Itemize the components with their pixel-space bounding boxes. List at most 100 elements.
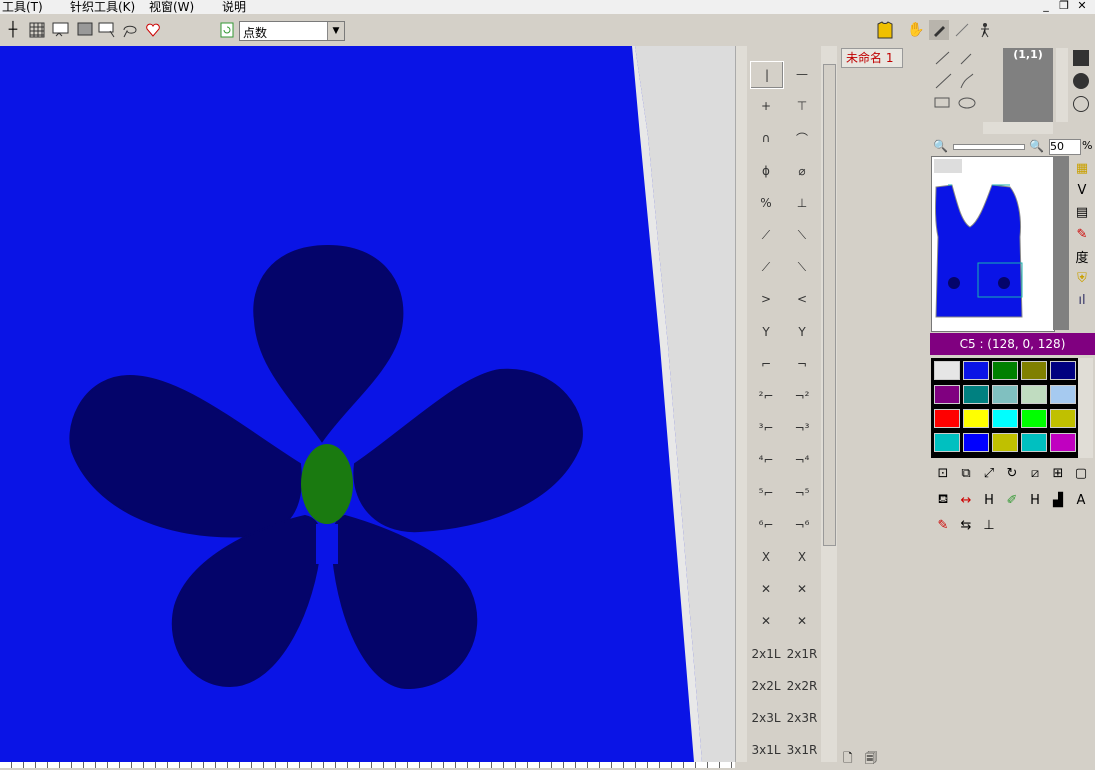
stitch-symbol-button[interactable]: ⌒ [786,125,818,151]
knit-canvas[interactable] [0,46,735,762]
color-swatch[interactable] [1050,385,1076,404]
stitch-symbol-button[interactable]: ²⌐ [750,383,782,409]
color-swatch[interactable] [1021,409,1047,428]
color-swatch[interactable] [963,409,989,428]
stitch-symbol-button[interactable]: ¬⁴ [786,447,818,473]
color-swatch[interactable] [934,385,960,404]
garment-icon[interactable] [874,20,896,40]
grid-small-icon[interactable]: ⊞ [1048,463,1068,483]
stitch-symbol-button[interactable]: 2x3R [786,705,818,731]
zoom-slider[interactable] [953,144,1025,150]
table-icon[interactable]: ▤ [1072,202,1092,222]
chevron-down-icon[interactable]: ▼ [327,22,344,40]
menu-knit-tools[interactable]: 针织工具(K) [70,0,135,15]
stitch-count-select[interactable]: 点数 ▼ [239,21,345,41]
stitch-symbol-button[interactable]: — [786,61,818,87]
stitch-symbol-button[interactable]: 2x1L [750,641,782,667]
new-page-icon[interactable]: 🗋 [843,749,853,770]
garment-thumbnail[interactable] [931,156,1055,332]
hand-pan-icon[interactable]: ✋ [906,20,926,40]
color-swatch[interactable] [934,409,960,428]
stitch-symbol-button[interactable]: ⁴⌐ [750,447,782,473]
color-swatch[interactable] [992,361,1018,380]
preview-vertical-scrollbar[interactable] [1056,48,1068,122]
stitch-symbol-button[interactable]: ⌐ [750,351,782,377]
color-swatch[interactable] [934,361,960,380]
minimize-icon[interactable]: _ [1037,0,1055,12]
circle-filled-icon[interactable] [1073,73,1089,89]
stitch-symbol-button[interactable]: 3x1R [786,737,818,763]
stitch-symbol-button[interactable]: ¬ [786,351,818,377]
close-icon[interactable]: ✕ [1073,0,1091,12]
stitch-symbol-button[interactable]: ³⌐ [750,415,782,441]
stitch-symbol-button[interactable]: ⟍ [786,254,818,280]
color-swatch[interactable] [992,409,1018,428]
letter-a-icon[interactable]: A [1071,490,1091,510]
stitch-symbol-button[interactable]: Y [750,319,782,345]
fill-pattern-icon[interactable] [75,20,95,40]
pages-icon[interactable]: 🗐 [865,749,877,770]
line-icon[interactable] [952,20,972,40]
menu-tools[interactable]: 工具(T) [2,0,43,15]
grid-icon[interactable] [27,20,47,40]
stitch-symbol-button[interactable]: ⟋ [750,254,782,280]
color-swatch[interactable] [934,433,960,452]
square-shape-icon[interactable] [1073,50,1089,66]
zoom-value[interactable]: 50 [1049,139,1081,155]
heart-icon[interactable] [143,20,163,40]
select-rect-small-icon[interactable]: ⊡ [933,463,953,483]
stitch-symbol-button[interactable]: ∩ [750,125,782,151]
color-swatch[interactable] [1021,361,1047,380]
layer-grid-icon[interactable]: ▦ [1072,158,1092,178]
stitch-symbol-button[interactable]: 2x1R [786,641,818,667]
stitch-symbol-button[interactable]: 2x2R [786,673,818,699]
layout-icon[interactable]: ⊥ [979,515,999,535]
stitch-symbol-button[interactable]: X [786,544,818,570]
zoom-in-icon[interactable]: 🔍 [1029,139,1044,153]
arrows-icon[interactable]: ↔ [956,490,976,510]
select-rect-icon[interactable] [51,20,71,40]
crosshair-icon[interactable]: ┼ [3,20,23,40]
color-swatch[interactable] [963,361,989,380]
restore-icon[interactable]: ❐ [1055,0,1073,12]
h-bracket-icon[interactable]: H [979,490,999,510]
pen-red-icon[interactable]: ✎ [933,515,953,535]
color-swatch[interactable] [1021,433,1047,452]
stitch-symbol-button[interactable]: ¬² [786,383,818,409]
color-swatch[interactable] [963,385,989,404]
palette-scrollbar[interactable] [1078,358,1093,458]
lasso-icon[interactable] [120,20,140,40]
shield-icon[interactable]: ⛨ [1072,268,1092,288]
stitch-symbol-button[interactable]: | [750,61,784,89]
stitch-symbol-button[interactable]: ϕ [750,158,782,184]
color-swatch[interactable] [1021,385,1047,404]
stitch-symbol-button[interactable]: ⌀ [786,158,818,184]
skew-icon[interactable]: ⧄ [1025,463,1045,483]
swap-icon[interactable]: ⇆ [956,515,976,535]
walker-icon[interactable] [975,20,995,40]
color-swatch[interactable] [1050,409,1076,428]
stitch-symbol-button[interactable]: 3x1L [750,737,782,763]
h-bracket-alt-icon[interactable]: H [1025,490,1045,510]
stitch-symbol-button[interactable]: ⊤ [786,93,818,119]
stats-icon[interactable]: ▟ [1048,490,1068,510]
fill-bucket-icon[interactable]: ⛾ [933,490,953,510]
color-swatch[interactable] [963,433,989,452]
pen-icon[interactable]: ✎ [1072,224,1092,244]
stitch-symbol-button[interactable]: 2x3L [750,705,782,731]
stitch-symbol-button[interactable]: ⁶⌐ [750,512,782,538]
frame-icon[interactable]: ▢ [1071,463,1091,483]
document-tab[interactable]: 未命名 1 [841,48,903,68]
color-swatch[interactable] [992,385,1018,404]
brush-tool-icon[interactable]: ✐ [1002,490,1022,510]
v-neck-icon[interactable]: V [1072,180,1092,200]
stitch-symbol-button[interactable]: ⊥ [786,190,818,216]
brush-icon[interactable] [929,20,949,40]
stitch-symbol-button[interactable]: ✕ [750,576,782,602]
stitch-symbol-button[interactable]: Y [786,319,818,345]
color-swatch[interactable] [1050,433,1076,452]
stitch-symbol-button[interactable]: ⟍ [786,222,818,248]
zoom-out-icon[interactable]: 🔍 [933,139,948,153]
stitch-symbol-button[interactable]: ¬⁵ [786,480,818,506]
stitch-symbol-button[interactable]: 2x2L [750,673,782,699]
